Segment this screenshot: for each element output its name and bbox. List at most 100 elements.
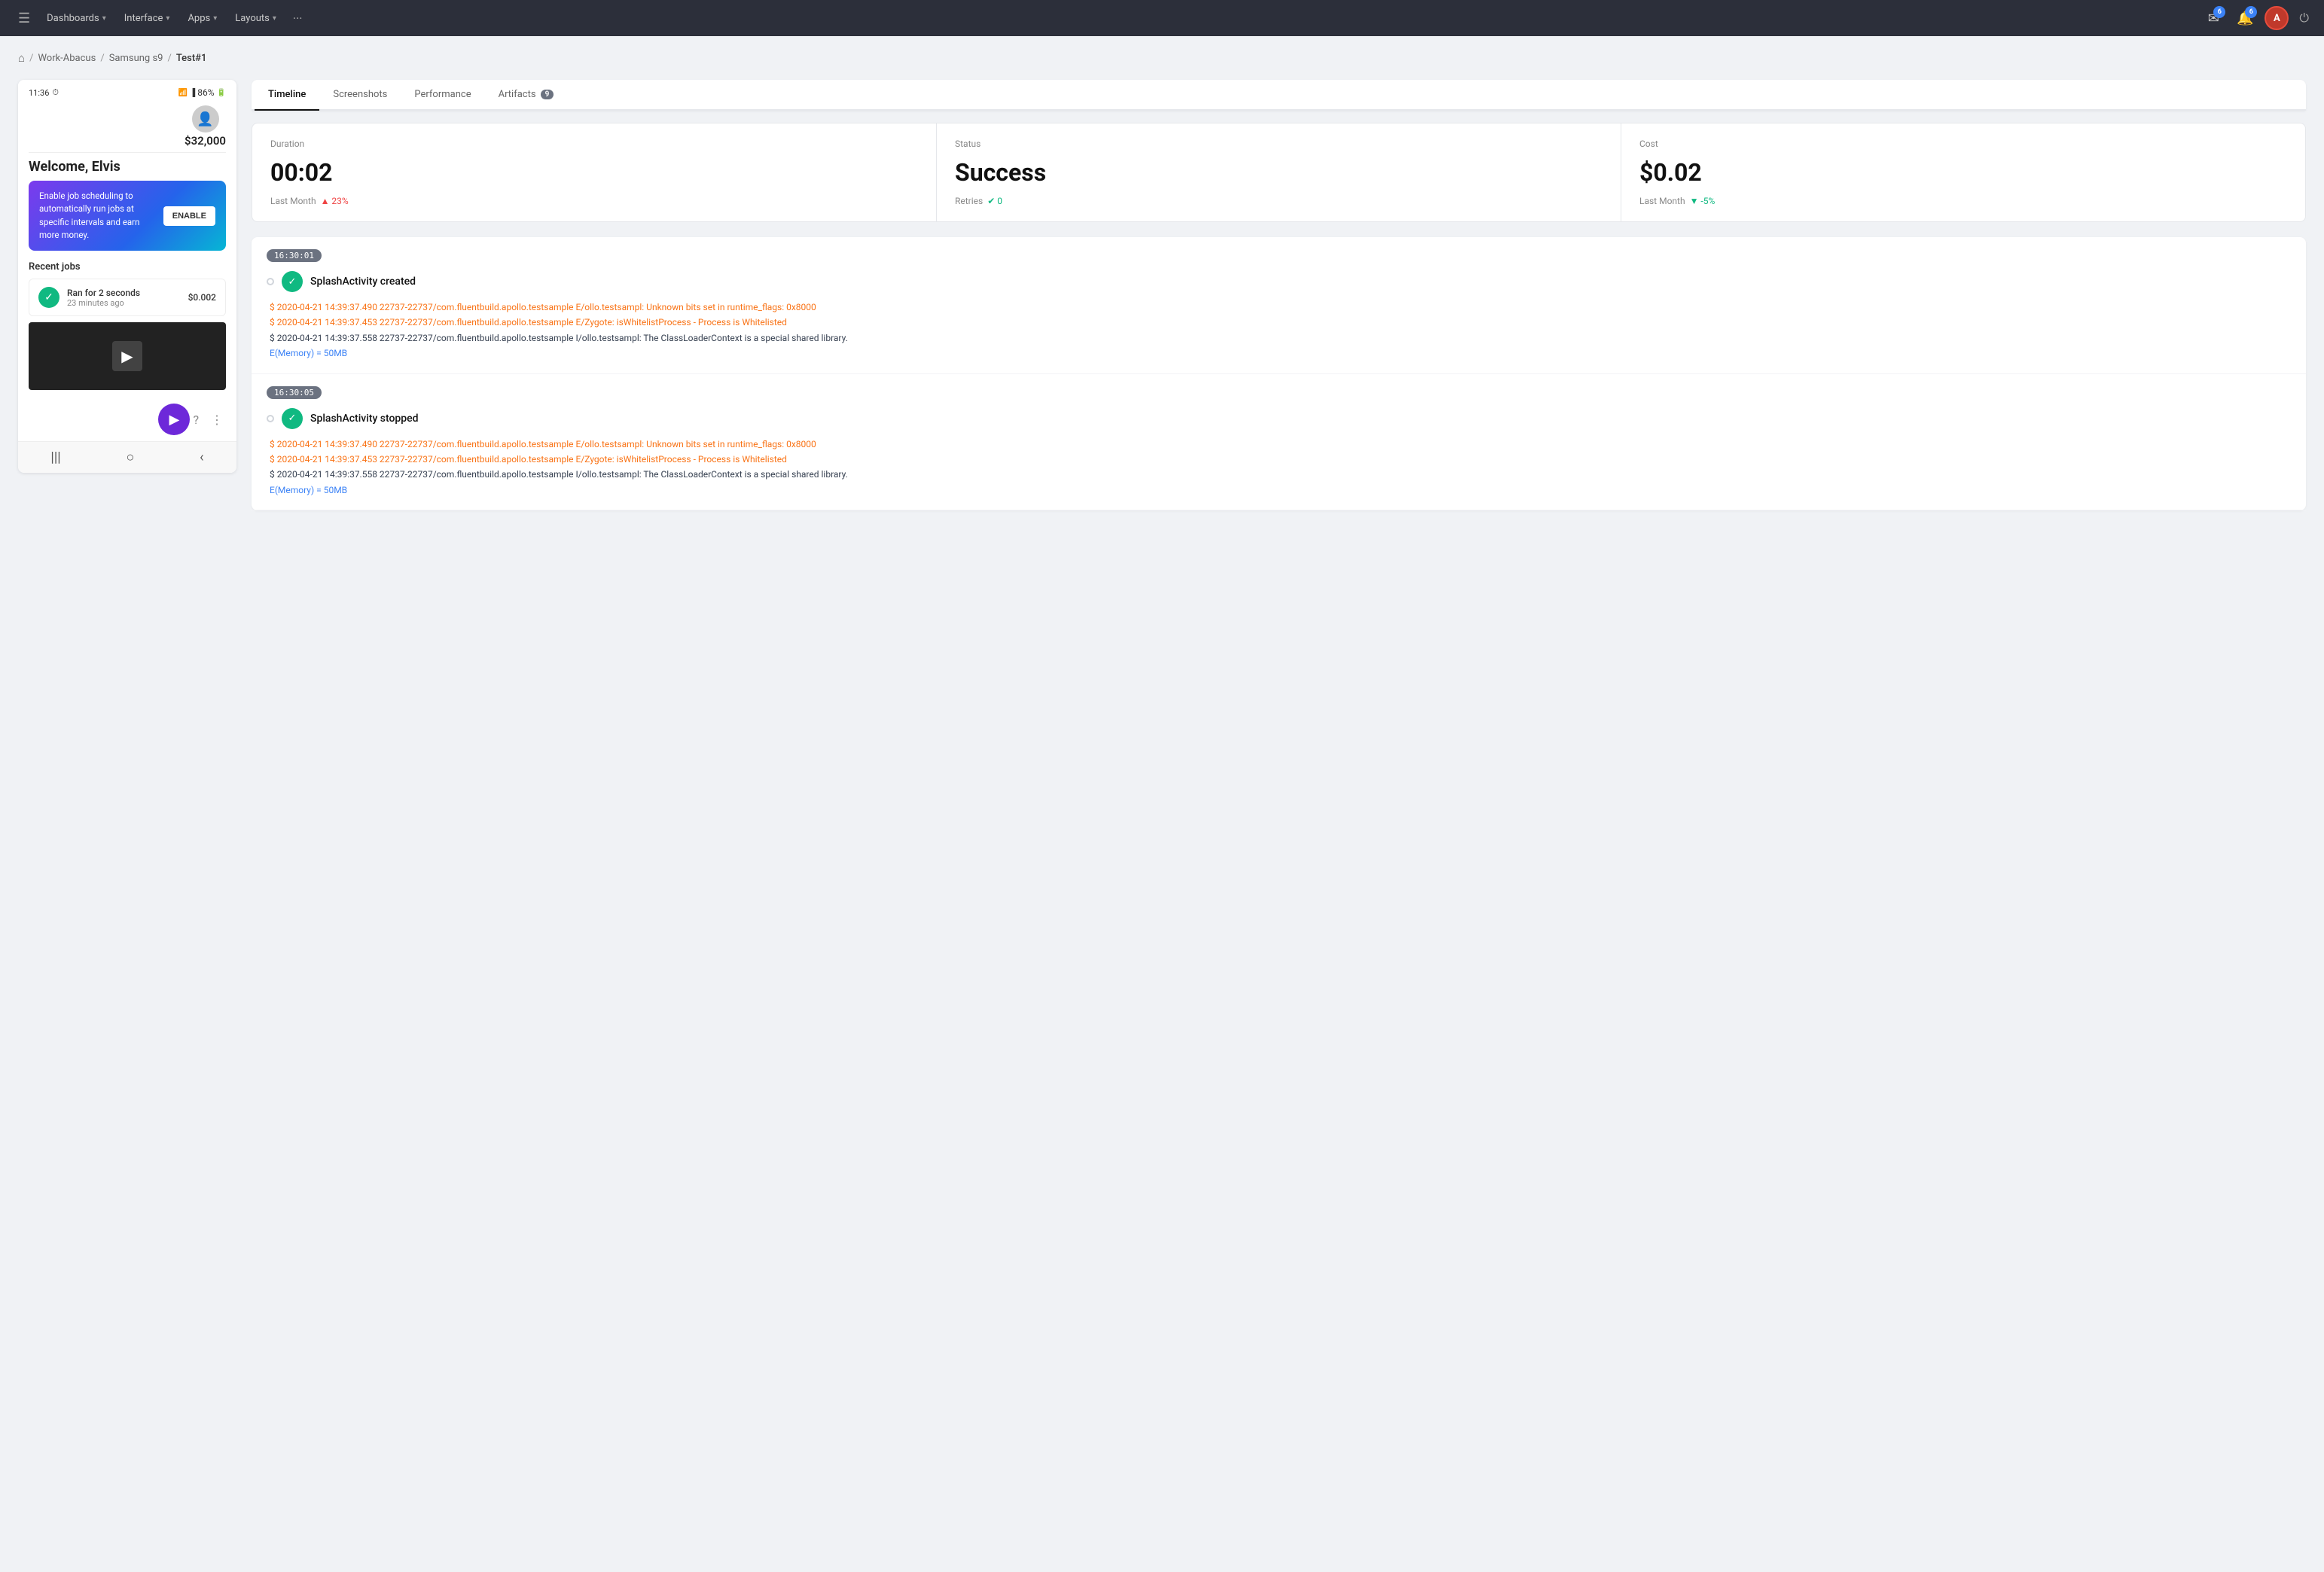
tab-artifacts[interactable]: Artifacts 9	[485, 80, 568, 111]
nav-back-icon[interactable]: |||	[50, 449, 60, 465]
device-time: 11:36	[29, 88, 49, 98]
event-check-2: ✓	[282, 408, 303, 429]
promo-text: Enable job scheduling to automatically r…	[39, 190, 156, 242]
tab-timeline-label: Timeline	[268, 89, 306, 100]
signal-icon: ▐	[190, 89, 195, 97]
cost-value: $0.02	[1639, 158, 2287, 187]
device-bottom-bar: ▶ ? ⋮	[18, 396, 236, 441]
log-line: $ 2020-04-21 14:39:37.558 22737-22737/co…	[270, 331, 2291, 346]
breadcrumb: ⌂ / Work-Abacus / Samsung s9 / Test#1	[18, 51, 2306, 65]
notifications-badge: 6	[2245, 6, 2257, 18]
job-item: ✓ Ran for 2 seconds 23 minutes ago $0.00…	[29, 279, 226, 316]
breadcrumb-samsung-s9[interactable]: Samsung s9	[109, 53, 163, 64]
event-timestamp-2: 16:30:05	[267, 386, 322, 399]
event-dot-1	[267, 278, 274, 285]
help-icon[interactable]: ?	[190, 410, 202, 430]
tab-timeline[interactable]: Timeline	[255, 80, 319, 111]
device-balance: $32,000	[185, 134, 226, 148]
device-screen: 11:36 ⏱ 📶 ▐ 86% 🔋 👤 $32,000	[18, 80, 236, 316]
job-cost: $0.002	[188, 292, 216, 303]
enable-button[interactable]: ENABLE	[163, 206, 215, 226]
device-navbar: ||| ○ ‹	[18, 441, 236, 473]
event-title-2: SplashActivity stopped	[310, 413, 419, 425]
power-icon[interactable]: ⏻	[2296, 8, 2312, 29]
device-status-bar: 11:36 ⏱ 📶 ▐ 86% 🔋	[29, 87, 226, 98]
topnav-right-actions: ✉ 6 🔔 6 A ⏻	[2201, 6, 2312, 30]
welcome-message: Welcome, Elvis	[29, 159, 226, 175]
chevron-down-icon: ▾	[166, 14, 169, 23]
nav-dashboards[interactable]: Dashboards ▾	[39, 8, 114, 29]
home-icon[interactable]: ⌂	[18, 51, 25, 65]
wifi-icon: 📶	[178, 89, 188, 97]
breadcrumb-work-abacus[interactable]: Work-Abacus	[38, 53, 96, 64]
timeline-section: 16:30:01 ✓ SplashActivity created $ 2020…	[252, 237, 2306, 510]
artifacts-badge: 9	[541, 90, 554, 99]
job-time: 23 minutes ago	[67, 298, 181, 308]
log-line: $ 2020-04-21 14:39:37.453 22737-22737/co…	[270, 452, 2291, 467]
nav-dashboards-label: Dashboards	[47, 13, 99, 24]
event-check-1: ✓	[282, 271, 303, 292]
event-dot-2	[267, 415, 274, 422]
promo-banner: Enable job scheduling to automatically r…	[29, 181, 226, 251]
event-title-1: SplashActivity created	[310, 276, 416, 288]
log-line: $ 2020-04-21 14:39:37.558 22737-22737/co…	[270, 467, 2291, 482]
chevron-down-icon: ▾	[102, 14, 106, 23]
chevron-down-icon: ▾	[213, 14, 217, 23]
device-user-avatar: 👤	[192, 105, 219, 133]
main-wrapper: ⌂ / Work-Abacus / Samsung s9 / Test#1 11…	[0, 36, 2324, 526]
event-header-2: ✓ SplashActivity stopped	[267, 408, 2291, 429]
messages-button[interactable]: ✉ 6	[2201, 6, 2225, 30]
event-timestamp-1: 16:30:01	[267, 249, 322, 262]
more-vertical-icon[interactable]: ⋮	[208, 410, 226, 430]
cost-label: Cost	[1639, 139, 2287, 149]
user-avatar[interactable]: A	[2265, 6, 2289, 30]
more-options-icon[interactable]: ···	[287, 7, 309, 30]
device-action-icons: ? ⋮	[190, 410, 226, 430]
nav-apps[interactable]: Apps ▾	[180, 8, 224, 29]
timeline-event-1: 16:30:01 ✓ SplashActivity created $ 2020…	[252, 237, 2306, 374]
hamburger-icon[interactable]: ☰	[12, 6, 36, 31]
notifications-button[interactable]: 🔔 6	[2233, 6, 2257, 30]
tab-screenshots-label: Screenshots	[333, 89, 387, 100]
cost-change: ▼ -5%	[1690, 196, 1716, 206]
tab-screenshots[interactable]: Screenshots	[319, 80, 401, 111]
play-video-button[interactable]: ▶	[112, 341, 142, 371]
duration-label: Duration	[270, 139, 918, 149]
breadcrumb-separator: /	[167, 53, 171, 64]
play-button[interactable]: ▶	[158, 404, 190, 435]
metric-duration: Duration 00:02 Last Month ▲ 23%	[252, 123, 936, 221]
battery-full-icon: 🔋	[217, 89, 226, 97]
duration-footer-label: Last Month	[270, 196, 316, 206]
video-placeholder[interactable]: ▶	[29, 322, 226, 390]
nav-recents-icon[interactable]: ‹	[200, 449, 203, 465]
event-logs-1: $ 2020-04-21 14:39:37.490 22737-22737/co…	[267, 300, 2291, 361]
tab-performance-label: Performance	[414, 89, 471, 100]
cost-footer-label: Last Month	[1639, 196, 1685, 206]
metrics-row: Duration 00:02 Last Month ▲ 23% Status S…	[252, 123, 2306, 222]
log-line: E(Memory) = 50MB	[270, 346, 2291, 361]
nav-home-icon[interactable]: ○	[126, 449, 134, 465]
content-area: 11:36 ⏱ 📶 ▐ 86% 🔋 👤 $32,000	[18, 80, 2306, 510]
log-line: $ 2020-04-21 14:39:37.490 22737-22737/co…	[270, 300, 2291, 315]
messages-badge: 6	[2213, 6, 2225, 18]
nav-interface[interactable]: Interface ▾	[117, 8, 178, 29]
cost-footer: Last Month ▼ -5%	[1639, 196, 2287, 206]
event-header-1: ✓ SplashActivity created	[267, 271, 2291, 292]
timeline-event-2: 16:30:05 ✓ SplashActivity stopped $ 2020…	[252, 374, 2306, 511]
duration-value: 00:02	[270, 158, 918, 187]
top-navbar: ☰ Dashboards ▾ Interface ▾ Apps ▾ Layout…	[0, 0, 2324, 36]
device-panel: 11:36 ⏱ 📶 ▐ 86% 🔋 👤 $32,000	[18, 80, 236, 473]
device-header: 👤 $32,000	[29, 101, 226, 153]
tab-artifacts-label: Artifacts	[499, 89, 536, 100]
metric-status: Status Success Retries ✔ 0	[937, 123, 1621, 221]
tab-performance[interactable]: Performance	[401, 80, 484, 111]
recent-jobs-title: Recent jobs	[29, 261, 226, 273]
nav-layouts[interactable]: Layouts ▾	[227, 8, 284, 29]
job-check-icon: ✓	[38, 287, 59, 308]
welcome-username: Elvis	[92, 159, 120, 175]
status-footer: Retries ✔ 0	[955, 196, 1603, 206]
right-panel: Timeline Screenshots Performance Artifac…	[252, 80, 2306, 510]
log-line: $ 2020-04-21 14:39:37.453 22737-22737/co…	[270, 315, 2291, 330]
event-logs-2: $ 2020-04-21 14:39:37.490 22737-22737/co…	[267, 437, 2291, 498]
duration-footer: Last Month ▲ 23%	[270, 196, 918, 206]
